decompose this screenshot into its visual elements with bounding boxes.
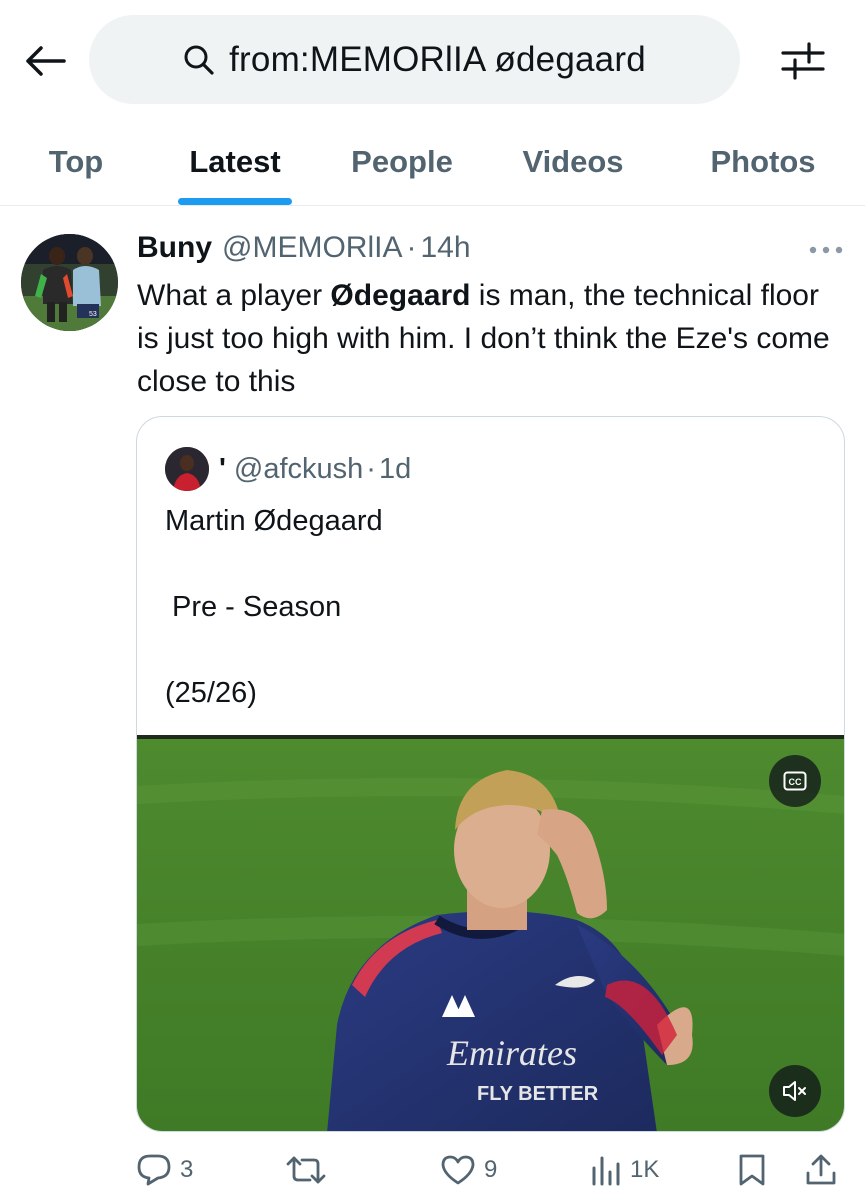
tab-latest[interactable]: Latest [160, 120, 310, 204]
share-button[interactable] [804, 1145, 838, 1195]
svg-text:FLY BETTER: FLY BETTER [477, 1083, 599, 1105]
tweet[interactable]: 53 Buny @MEMORlIA · 14h What a player Ød… [0, 207, 865, 1200]
quoted-text-line: (25/26) [165, 677, 257, 709]
tweet-text: What a player Ødegaard is man, the techn… [137, 274, 837, 403]
quoted-tweet-header: ' @afckush · 1d [165, 445, 411, 493]
tweet-actions: 3 9 1K [0, 1145, 865, 1195]
captions-label: CC [789, 777, 802, 787]
reply-icon [137, 1154, 171, 1186]
quoted-text-line: Martin Ødegaard [165, 505, 383, 537]
volume-muted-icon [783, 1081, 806, 1101]
search-icon [183, 44, 215, 76]
quoted-avatar [165, 447, 209, 491]
search-filter-button[interactable] [773, 36, 833, 86]
quoted-tweet[interactable]: ' @afckush · 1d Martin Ødegaard Pre - Se… [136, 416, 845, 1132]
tab-videos[interactable]: Videos [500, 120, 646, 204]
more-options-button[interactable] [806, 235, 846, 265]
heart-icon [441, 1155, 475, 1185]
separator-dot: · [406, 231, 417, 264]
tab-top[interactable]: Top [20, 120, 132, 204]
repost-icon [286, 1156, 326, 1184]
search-header: from:MEMORlIA ødegaard [0, 0, 865, 120]
svg-text:53: 53 [89, 311, 97, 318]
like-count: 9 [484, 1156, 498, 1183]
captions-button[interactable]: CC [769, 755, 821, 807]
search-query: from:MEMORlIA ødegaard [229, 39, 646, 79]
more-dots-icon [809, 246, 843, 254]
quoted-display-name: ' [219, 452, 226, 485]
search-input[interactable]: from:MEMORlIA ødegaard [89, 15, 740, 104]
repost-button[interactable] [286, 1145, 334, 1195]
mute-button[interactable] [769, 1065, 821, 1117]
separator-dot: · [366, 452, 376, 485]
view-count: 1K [630, 1156, 660, 1183]
tweet-header: Buny @MEMORlIA · 14h [137, 231, 471, 271]
quoted-text-line: Pre - Season [172, 591, 342, 623]
tab-people[interactable]: People [330, 120, 474, 204]
user-handle[interactable]: @MEMORlIA [222, 231, 402, 265]
quoted-video[interactable]: Emirates FLY BETTER CC [137, 735, 844, 1131]
tweet-text-part: What a player [137, 279, 331, 312]
closed-captions-icon: CC [783, 771, 807, 791]
back-button[interactable] [18, 38, 72, 84]
tweet-timestamp[interactable]: 14h [420, 231, 470, 265]
quoted-user-handle: @afckush [233, 452, 364, 485]
views-button[interactable]: 1K [590, 1145, 659, 1195]
display-name[interactable]: Buny [137, 231, 212, 265]
bookmark-button[interactable] [737, 1145, 767, 1195]
sliders-icon [781, 42, 825, 80]
arrow-left-icon [26, 46, 66, 76]
reply-count: 3 [180, 1156, 194, 1183]
quoted-timestamp: 1d [378, 452, 412, 485]
views-chart-icon [592, 1156, 620, 1186]
active-tab-indicator [178, 198, 292, 205]
share-icon [806, 1154, 836, 1185]
like-button[interactable]: 9 [440, 1145, 497, 1195]
bookmark-icon [739, 1154, 765, 1186]
reply-button[interactable]: 3 [136, 1145, 193, 1195]
tweet-text-bold: Ødegaard [330, 279, 471, 312]
search-tabs: Top Latest People Videos Photos [0, 120, 865, 206]
avatar[interactable]: 53 [21, 234, 118, 331]
tab-photos[interactable]: Photos [690, 120, 836, 204]
svg-text:Emirates: Emirates [446, 1033, 577, 1073]
video-frame: Emirates FLY BETTER [137, 735, 844, 1131]
